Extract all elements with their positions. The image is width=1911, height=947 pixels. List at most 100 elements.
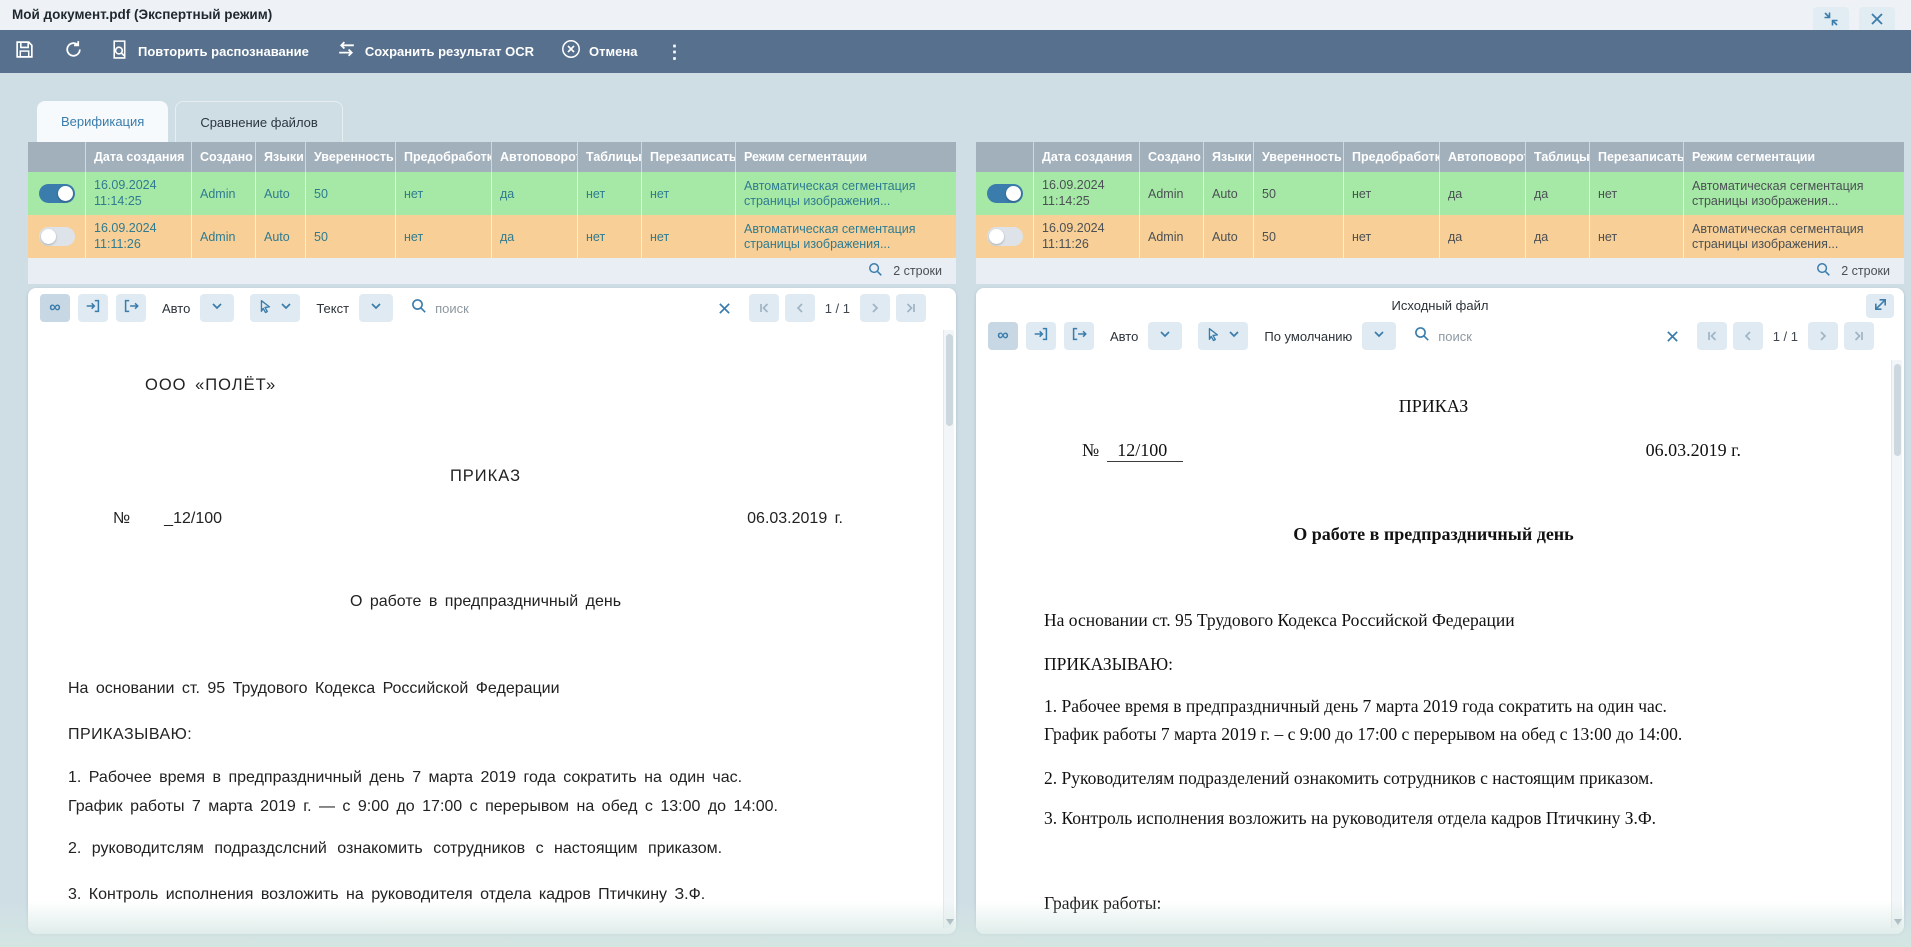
close-icon bbox=[1870, 12, 1884, 31]
doc-line: 1. Рабочее время в предпраздничный день … bbox=[68, 769, 742, 787]
document-search-icon bbox=[110, 39, 131, 65]
scroll-down-arrow[interactable] bbox=[1894, 919, 1902, 925]
col-header: Перезаписать bbox=[642, 142, 736, 172]
table-row[interactable]: 16.09.202411:11:26 Admin Auto 50 нет да … bbox=[28, 215, 956, 258]
cell-tables: да bbox=[1526, 172, 1590, 215]
rows-count: 2 строки bbox=[893, 264, 942, 278]
ocr-text-viewer: ∞ Авто Текст bbox=[28, 288, 956, 934]
swap-arrows-icon bbox=[335, 39, 358, 65]
doc-line: График работы 7 марта 2019 г. – с 9:00 д… bbox=[1044, 724, 1682, 745]
scrollbar-thumb[interactable] bbox=[946, 334, 953, 426]
doc-number-label: № bbox=[113, 510, 130, 527]
row-toggle-off[interactable] bbox=[39, 227, 75, 246]
save-ocr-button[interactable]: Сохранить результат OCR bbox=[335, 39, 534, 65]
cell-autorotate: да bbox=[1440, 215, 1526, 258]
repeat-ocr-button[interactable]: Повторить распознавание bbox=[110, 39, 309, 65]
more-options-button[interactable]: ⋮ bbox=[665, 43, 683, 61]
row-toggle-on[interactable] bbox=[39, 184, 75, 203]
search-icon[interactable] bbox=[1816, 262, 1831, 280]
doc-subject: О работе в предпраздничный день bbox=[28, 593, 943, 611]
cell-overwrite: нет bbox=[1590, 215, 1684, 258]
cell-segmentation: Автоматическая сегментация страницы изоб… bbox=[744, 179, 956, 209]
table-row[interactable]: 16.09.202411:11:26 Admin Auto 50 нет да … bbox=[976, 215, 1904, 258]
col-header: Автоповорот bbox=[492, 142, 578, 172]
toggle-knob bbox=[1006, 186, 1021, 201]
rows-count: 2 строки bbox=[1841, 264, 1890, 278]
search-icon[interactable] bbox=[868, 262, 883, 280]
col-header: Предобработка bbox=[396, 142, 492, 172]
col-header: Создано bbox=[192, 142, 256, 172]
cell-overwrite: нет bbox=[642, 172, 736, 215]
ocr-document-content[interactable]: ООО «ПОЛЁТ» ПРИКАЗ №_12/100 06.03.2019 г… bbox=[28, 288, 943, 934]
cell-created: Admin bbox=[192, 215, 256, 258]
cell-languages: Auto bbox=[1204, 172, 1254, 215]
cell-time: 11:14:25 bbox=[1042, 194, 1090, 208]
col-header: Дата создания bbox=[1034, 142, 1140, 172]
doc-number: 12/100 bbox=[1107, 440, 1183, 462]
table-row[interactable]: 16.09.202411:14:25 Admin Auto 50 нет да … bbox=[976, 172, 1904, 215]
col-header: Дата создания bbox=[86, 142, 192, 172]
repeat-ocr-label: Повторить распознавание bbox=[138, 44, 309, 59]
cancel-label: Отмена bbox=[589, 44, 637, 59]
cell-tables: нет bbox=[578, 172, 642, 215]
table-row[interactable]: 16.09.202411:14:25 Admin Auto 50 нет да … bbox=[28, 172, 956, 215]
doc-line: На основании ст. 95 Трудового Кодекса Ро… bbox=[1044, 610, 1515, 631]
scrollbar-thumb[interactable] bbox=[1894, 364, 1901, 456]
cell-segmentation: Автоматическая сегментация страницы изоб… bbox=[744, 222, 956, 252]
cell-date: 16.09.2024 bbox=[1042, 178, 1105, 192]
floppy-icon bbox=[14, 39, 35, 65]
col-header: Перезаписать bbox=[1590, 142, 1684, 172]
cell-overwrite: нет bbox=[1590, 172, 1684, 215]
doc-line: 2. Руководителям подразделений ознакомит… bbox=[1044, 768, 1654, 789]
cell-created: Admin bbox=[1140, 172, 1204, 215]
save-ocr-label: Сохранить результат OCR bbox=[365, 44, 534, 59]
scroll-down-arrow[interactable] bbox=[946, 919, 954, 925]
toggle-knob bbox=[58, 186, 73, 201]
source-file-panel: Дата создания Создано Языки Уверенность … bbox=[976, 142, 1904, 284]
source-document-content[interactable]: ПРИКАЗ №12/100 06.03.2019 г. О работе в … bbox=[976, 288, 1891, 934]
doc-date: 06.03.2019 г. bbox=[747, 510, 843, 528]
toggle-knob bbox=[989, 229, 1004, 244]
doc-line: 1. Рабочее время в предпраздничный день … bbox=[1044, 696, 1667, 717]
table-footer: 2 строки bbox=[28, 258, 956, 284]
main-toolbar: Повторить распознавание Сохранить резуль… bbox=[0, 30, 1911, 73]
cell-confidence: 50 bbox=[1254, 172, 1344, 215]
doc-line: ПРИКАЗЫВАЮ: bbox=[1044, 654, 1173, 675]
cell-languages: Auto bbox=[1204, 215, 1254, 258]
cell-confidence: 50 bbox=[306, 172, 396, 215]
cell-autorotate: да bbox=[492, 215, 578, 258]
doc-number: _12/100 bbox=[164, 510, 222, 527]
doc-line: ПРИКАЗЫВАЮ: bbox=[68, 726, 192, 744]
refresh-button[interactable] bbox=[63, 39, 84, 65]
col-header: Уверенность bbox=[1254, 142, 1344, 172]
cell-preprocessing: нет bbox=[396, 215, 492, 258]
save-file-button[interactable] bbox=[14, 39, 35, 65]
tab-verification[interactable]: Верификация bbox=[37, 101, 168, 142]
cell-time: 11:11:26 bbox=[94, 237, 141, 251]
row-toggle-off[interactable] bbox=[987, 227, 1023, 246]
tab-file-comparison[interactable]: Сравнение файлов bbox=[175, 101, 343, 142]
fullscreen-icon bbox=[1823, 11, 1839, 32]
scrollbar-vertical[interactable] bbox=[1891, 360, 1902, 928]
col-header: Автоповорот bbox=[1440, 142, 1526, 172]
doc-line: 3. Контроль исполнения возложить на руко… bbox=[68, 886, 705, 904]
cell-tables: нет bbox=[578, 215, 642, 258]
table-header: Дата создания Создано Языки Уверенность … bbox=[28, 142, 956, 172]
app-window: Мой документ.pdf (Экспертный режим) bbox=[0, 0, 1911, 947]
doc-line: 2. руководитслям подраздслсний ознакомит… bbox=[68, 840, 722, 858]
row-toggle-on[interactable] bbox=[987, 184, 1023, 203]
cell-tables: да bbox=[1526, 215, 1590, 258]
cell-languages: Auto bbox=[256, 215, 306, 258]
cell-segmentation: Автоматическая сегментация страницы изоб… bbox=[1692, 179, 1904, 209]
tab-verification-label: Верификация bbox=[61, 114, 144, 129]
doc-line: График работы: bbox=[1044, 893, 1161, 914]
doc-title: ПРИКАЗ bbox=[976, 396, 1891, 417]
cell-date: 16.09.2024 bbox=[1042, 221, 1105, 235]
col-header: Предобработка bbox=[1344, 142, 1440, 172]
cancel-button[interactable]: Отмена bbox=[560, 38, 637, 65]
cell-time: 11:11:26 bbox=[1042, 237, 1089, 251]
cell-autorotate: да bbox=[492, 172, 578, 215]
scrollbar-vertical[interactable] bbox=[943, 330, 954, 928]
cell-created: Admin bbox=[1140, 215, 1204, 258]
doc-title: ПРИКАЗ bbox=[28, 467, 943, 486]
